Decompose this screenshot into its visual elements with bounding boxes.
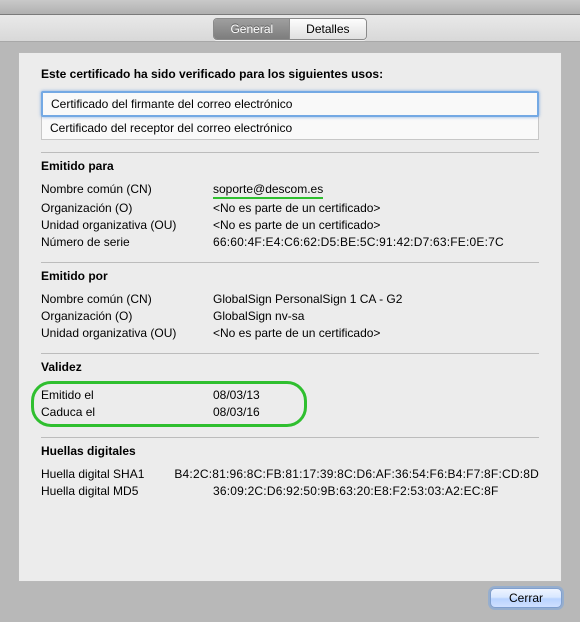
validity-title: Validez xyxy=(41,360,539,374)
tab-details[interactable]: Detalles xyxy=(290,19,365,39)
issuer-o-label: Organización (O) xyxy=(41,308,213,324)
issued-on-label: Emitido el xyxy=(41,387,213,403)
issuer-cn-label: Nombre común (CN) xyxy=(41,291,213,307)
sha1-label: Huella digital SHA1 xyxy=(41,466,174,482)
usage-signer[interactable]: Certificado del firmante del correo elec… xyxy=(41,91,539,117)
divider xyxy=(41,437,539,438)
cn-label: Nombre común (CN) xyxy=(41,181,213,199)
close-button[interactable]: Cerrar xyxy=(490,588,562,608)
divider xyxy=(41,152,539,153)
issued-on-value: 08/03/13 xyxy=(213,387,533,403)
serial-label: Número de serie xyxy=(41,234,213,250)
o-label: Organización (O) xyxy=(41,200,213,216)
expires-on-label: Caduca el xyxy=(41,404,213,420)
tab-bar: General Detalles xyxy=(0,15,580,42)
issued-by-title: Emitido por xyxy=(41,269,539,283)
tab-strip: General Detalles xyxy=(213,18,366,40)
issuer-o-value: GlobalSign nv-sa xyxy=(213,308,539,324)
issuer-cn-value: GlobalSign PersonalSign 1 CA - G2 xyxy=(213,291,539,307)
ou-value: <No es parte de un certificado> xyxy=(213,217,539,233)
footer: Cerrar xyxy=(490,588,562,608)
window-toolbar xyxy=(0,0,580,15)
ou-label: Unidad organizativa (OU) xyxy=(41,217,213,233)
verified-heading: Este certificado ha sido verificado para… xyxy=(41,67,539,81)
divider xyxy=(41,353,539,354)
expires-on-value: 08/03/16 xyxy=(213,404,533,420)
usage-receiver[interactable]: Certificado del receptor del correo elec… xyxy=(41,116,539,140)
serial-value: 66:60:4F:E4:C6:62:D5:BE:5C:91:42:D7:63:F… xyxy=(213,234,539,250)
o-value: <No es parte de un certificado> xyxy=(213,200,539,216)
certificate-panel: Este certificado ha sido verificado para… xyxy=(18,52,562,582)
md5-label: Huella digital MD5 xyxy=(41,483,213,499)
sha1-value: B4:2C:81:96:8C:FB:81:17:39:8C:D6:AF:36:5… xyxy=(174,466,539,482)
fingerprints-title: Huellas digitales xyxy=(41,444,539,458)
divider xyxy=(41,262,539,263)
validity-group: Emitido el08/03/13 Caduca el08/03/16 xyxy=(35,382,539,425)
issuer-ou-label: Unidad organizativa (OU) xyxy=(41,325,213,341)
issuer-ou-value: <No es parte de un certificado> xyxy=(213,325,539,341)
cn-value: soporte@descom.es xyxy=(213,181,323,199)
issued-to-title: Emitido para xyxy=(41,159,539,173)
md5-value: 36:09:2C:D6:92:50:9B:63:20:E8:F2:53:03:A… xyxy=(213,483,539,499)
tab-general[interactable]: General xyxy=(214,19,290,39)
